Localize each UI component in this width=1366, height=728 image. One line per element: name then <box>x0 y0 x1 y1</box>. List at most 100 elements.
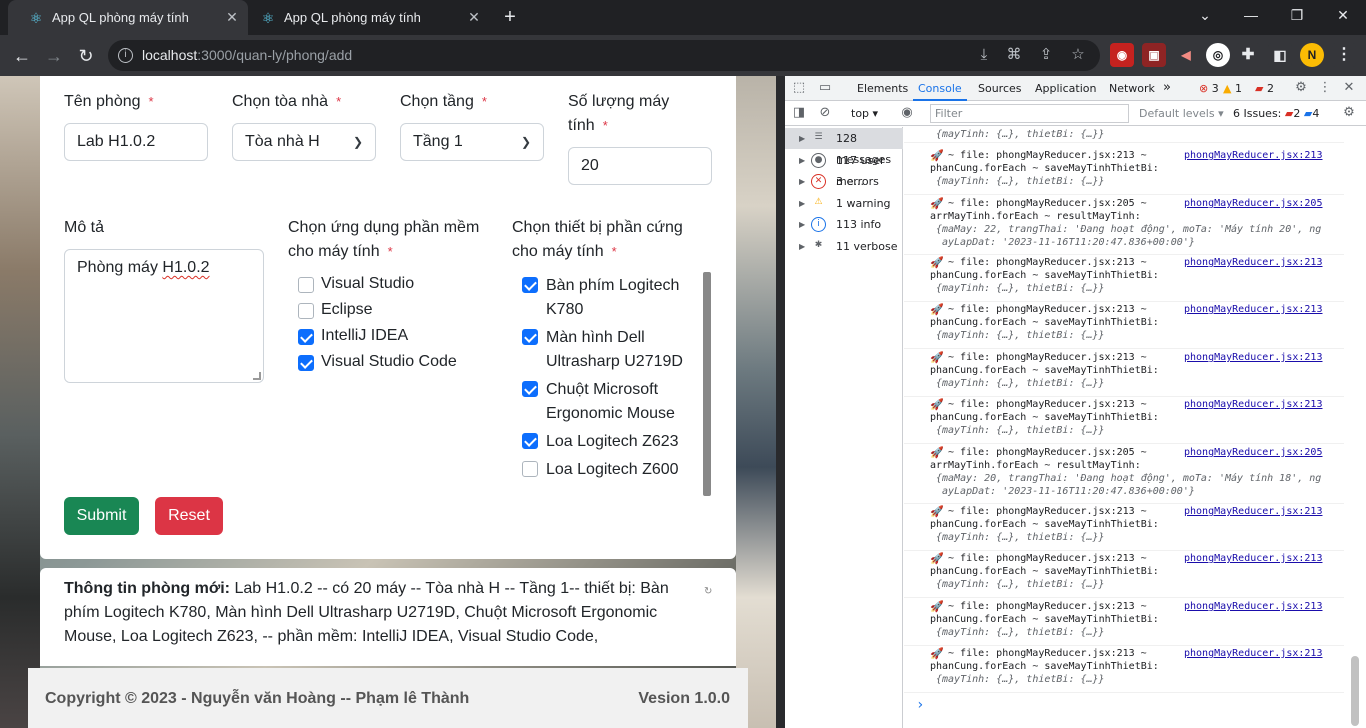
translate-icon[interactable]: ⌘ <box>1004 44 1024 66</box>
log-source-link[interactable]: phongMayReducer.jsx:205 <box>1184 197 1322 210</box>
more-tabs-icon[interactable]: » <box>1159 80 1175 96</box>
software-checkbox-visual-studio[interactable] <box>298 277 314 293</box>
sidebar-item-warnings[interactable]: ▶ ⚠ 1 warning <box>785 193 903 214</box>
log-source-link[interactable]: phongMayReducer.jsx:213 <box>1184 600 1322 613</box>
sidebar-item-verbose[interactable]: ▶ ✱ 11 verbose <box>785 236 903 257</box>
floor-select[interactable]: Tầng 1 ❯ <box>400 123 544 161</box>
log-source-link[interactable]: phongMayReducer.jsx:213 <box>1184 398 1322 411</box>
hardware-checkbox-speaker-z623[interactable] <box>522 433 538 449</box>
log-object-preview[interactable]: {mayTinh: {…}, thietBi: {…}} <box>936 329 1105 342</box>
extensions-puzzle-icon[interactable]: ✚ <box>1236 43 1260 67</box>
reset-button[interactable]: Reset <box>155 497 223 535</box>
log-source-link[interactable]: phongMayReducer.jsx:213 <box>1184 505 1322 518</box>
close-tab-icon[interactable]: ✕ <box>224 9 240 25</box>
sidebar-item-user-messages[interactable]: ▶ ● 117 user me... <box>785 150 903 188</box>
log-object-preview[interactable]: {mayTinh: {…}, thietBi: {…}} <box>936 531 1105 544</box>
extension-3-icon[interactable]: ◀ <box>1174 43 1198 67</box>
address-bar[interactable]: i localhost:3000/quan-ly/phong/add ⤓ ⌘ ⇪… <box>108 40 1100 71</box>
log-object-preview[interactable]: {maMay: 22, trangThai: 'Đang hoạt động',… <box>936 223 1321 236</box>
device-toolbar-icon[interactable]: ▭ <box>817 80 833 96</box>
site-info-icon[interactable]: i <box>118 48 133 63</box>
extension-2-icon[interactable]: ▣ <box>1142 43 1166 67</box>
log-levels-select[interactable]: Default levels ▾ <box>1139 107 1224 120</box>
inspect-element-icon[interactable]: ⬚ <box>791 80 807 96</box>
log-object-preview[interactable]: {mayTinh: {…}, thietBi: {…}} <box>936 578 1105 591</box>
tab-network[interactable]: Network <box>1109 76 1155 101</box>
log-object-preview[interactable]: {maMay: 20, trangThai: 'Đang hoạt động',… <box>936 472 1321 485</box>
room-name-input[interactable]: Lab H1.0.2 <box>64 123 208 161</box>
log-object-preview[interactable]: {mayTinh: {…}, thietBi: {…}} <box>936 424 1105 437</box>
side-panel-icon[interactable]: ◧ <box>1268 43 1292 67</box>
tab-console[interactable]: Console <box>913 76 967 101</box>
message-badge[interactable]: ▰ 2 <box>1255 82 1274 95</box>
log-source-link[interactable]: phongMayReducer.jsx:213 <box>1184 351 1322 364</box>
log-source-link[interactable]: phongMayReducer.jsx:213 <box>1184 256 1322 269</box>
log-object-preview[interactable]: {mayTinh: {…}, thietBi: {…}} <box>936 626 1105 639</box>
sidebar-item-errors[interactable]: ▶ ✕ 3 errors <box>785 171 903 192</box>
console-settings-icon[interactable]: ⚙ <box>1341 105 1357 121</box>
close-window-icon[interactable]: ✕ <box>1320 0 1366 30</box>
close-tab-icon[interactable]: ✕ <box>466 9 482 25</box>
software-checkbox-eclipse[interactable] <box>298 303 314 319</box>
extension-1-icon[interactable]: ◉ <box>1110 43 1134 67</box>
share-icon[interactable]: ⇪ <box>1036 44 1056 66</box>
software-checkbox-intellij[interactable] <box>298 329 314 345</box>
reload-icon[interactable]: ↻ <box>72 42 100 70</box>
sidebar-toggle-icon[interactable]: ◨ <box>791 105 807 121</box>
new-tab-button[interactable]: + <box>497 4 523 30</box>
log-object-preview[interactable]: {mayTinh: {…}, thietBi: {…}} <box>936 282 1105 295</box>
log-message: arrMayTinh.forEach ~ resultMayTinh: <box>930 460 1141 471</box>
log-object-preview[interactable]: {mayTinh: {…}, thietBi: {…}} <box>936 673 1105 686</box>
tab-elements[interactable]: Elements <box>857 76 908 101</box>
settings-gear-icon[interactable]: ⚙ <box>1293 80 1309 96</box>
forward-icon[interactable]: → <box>40 42 68 70</box>
issues-counter[interactable]: 6 Issues: ▰2 ▰4 <box>1233 107 1319 120</box>
browser-tab[interactable]: ⚛ App QL phòng máy tính ✕ <box>240 0 490 35</box>
log-source-link[interactable]: phongMayReducer.jsx:213 <box>1184 303 1322 316</box>
warning-badge[interactable]: ▲ 1 <box>1223 82 1242 95</box>
log-object-preview[interactable]: {mayTinh: {…}, thietBi: {…}} <box>936 175 1105 188</box>
building-select[interactable]: Tòa nhà H ❯ <box>232 123 376 161</box>
minimize-icon[interactable]: — <box>1228 0 1274 30</box>
software-checkbox-vscode[interactable] <box>298 355 314 371</box>
hardware-checkbox-mouse[interactable] <box>522 381 538 397</box>
console-prompt[interactable]: › <box>916 697 924 713</box>
eye-icon[interactable]: ◉ <box>899 105 915 121</box>
context-select[interactable]: top ▾ <box>851 107 878 120</box>
tab-application[interactable]: Application <box>1035 76 1096 101</box>
log-source-link[interactable]: phongMayReducer.jsx:213 <box>1184 647 1322 660</box>
hardware-checkbox-monitor[interactable] <box>522 329 538 345</box>
error-badge[interactable]: ⊗ 3 <box>1199 82 1219 95</box>
devtools-menu-icon[interactable]: ⋮ <box>1317 80 1333 96</box>
extension-4-icon[interactable]: ◎ <box>1206 43 1230 67</box>
bookmark-star-icon[interactable]: ☆ <box>1068 44 1088 66</box>
description-textarea[interactable]: Phòng máy H1.0.2 <box>64 249 264 383</box>
log-object-preview[interactable]: {mayTinh: {…}, thietBi: {…}} <box>936 128 1105 141</box>
hardware-label-keyboard: Bàn phím Logitech K780 <box>546 277 680 318</box>
log-source-link[interactable]: phongMayReducer.jsx:213 <box>1184 552 1322 565</box>
hardware-list-scrollbar[interactable] <box>703 272 711 496</box>
console-scrollbar[interactable] <box>1351 656 1359 726</box>
computer-count-input[interactable]: 20 <box>568 147 712 185</box>
close-devtools-icon[interactable]: ✕ <box>1341 80 1357 96</box>
console-filter-input[interactable]: Filter <box>930 104 1129 123</box>
back-icon[interactable]: ← <box>8 42 36 70</box>
log-source-link[interactable]: phongMayReducer.jsx:213 <box>1184 149 1322 162</box>
devtools-splitter[interactable] <box>776 76 785 728</box>
install-icon[interactable]: ⤓ <box>974 44 994 66</box>
restore-icon[interactable]: ❐ <box>1274 0 1320 30</box>
hardware-checkbox-speaker-z600[interactable] <box>522 461 538 477</box>
profile-avatar[interactable]: N <box>1300 43 1324 67</box>
tab-search-icon[interactable]: ⌄ <box>1182 0 1228 30</box>
browser-menu-icon[interactable]: ⋮ <box>1332 43 1356 67</box>
log-source-link[interactable]: phongMayReducer.jsx:205 <box>1184 446 1322 459</box>
submit-button[interactable]: Submit <box>64 497 139 535</box>
clear-console-icon[interactable]: ⊘ <box>817 105 833 121</box>
hardware-checkbox-keyboard[interactable] <box>522 277 538 293</box>
resize-handle-icon[interactable] <box>253 372 261 380</box>
browser-tab-active[interactable]: ⚛ App QL phòng máy tính ✕ <box>8 0 248 35</box>
tab-sources[interactable]: Sources <box>978 76 1022 101</box>
sidebar-item-info[interactable]: ▶ i 113 info <box>785 214 903 235</box>
log-object-preview[interactable]: {mayTinh: {…}, thietBi: {…}} <box>936 377 1105 390</box>
sidebar-item-messages[interactable]: ▶ ☰ 128 messages <box>785 128 903 166</box>
